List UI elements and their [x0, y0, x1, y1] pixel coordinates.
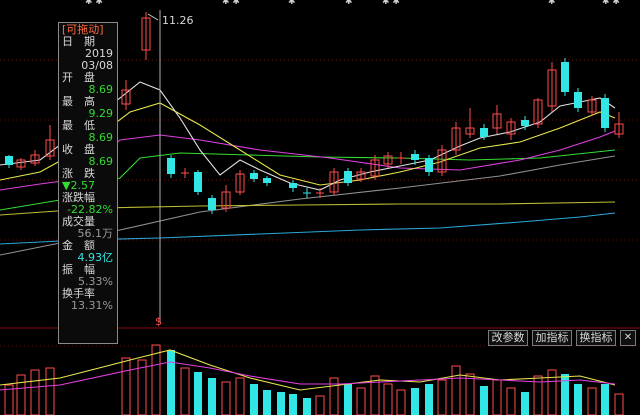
info-panel[interactable]: [可拖动] 日 期 2019 03/08 开 盘 8.69 最 高 9.29 最… — [58, 22, 118, 344]
svg-text:✱: ✱ — [288, 0, 296, 7]
crosshair-marker: $ — [155, 315, 162, 328]
svg-text:✱ ✱: ✱ ✱ — [602, 0, 620, 7]
svg-text:✱ ✱: ✱ ✱ — [382, 0, 400, 7]
high-price-label: 11.26 — [162, 14, 194, 27]
switch-indicator-button[interactable]: 换指标 — [576, 330, 616, 346]
svg-text:✱ ✱: ✱ ✱ — [222, 0, 240, 7]
top-star-markers: ✱ ✱ ✱ ✱ ✱ ✱ ✱ ✱ ✱ ✱ ✱ — [85, 0, 620, 7]
close-icon: ✕ — [623, 332, 633, 343]
svg-text:✱ ✱: ✱ ✱ — [85, 0, 103, 7]
close-indicator-button[interactable]: ✕ — [620, 330, 636, 346]
turnover-value: 13.31% — [71, 299, 113, 312]
vol-ma10-line — [0, 361, 616, 391]
svg-text:✱: ✱ — [548, 0, 556, 7]
modify-params-button[interactable]: 改参数 — [488, 330, 528, 346]
svg-text:✱: ✱ — [345, 0, 353, 7]
volume-average-lines — [0, 349, 616, 391]
add-indicator-button[interactable]: 加指标 — [532, 330, 572, 346]
volume-bars — [4, 344, 624, 415]
high-price-marker: 11.26 — [147, 13, 194, 27]
